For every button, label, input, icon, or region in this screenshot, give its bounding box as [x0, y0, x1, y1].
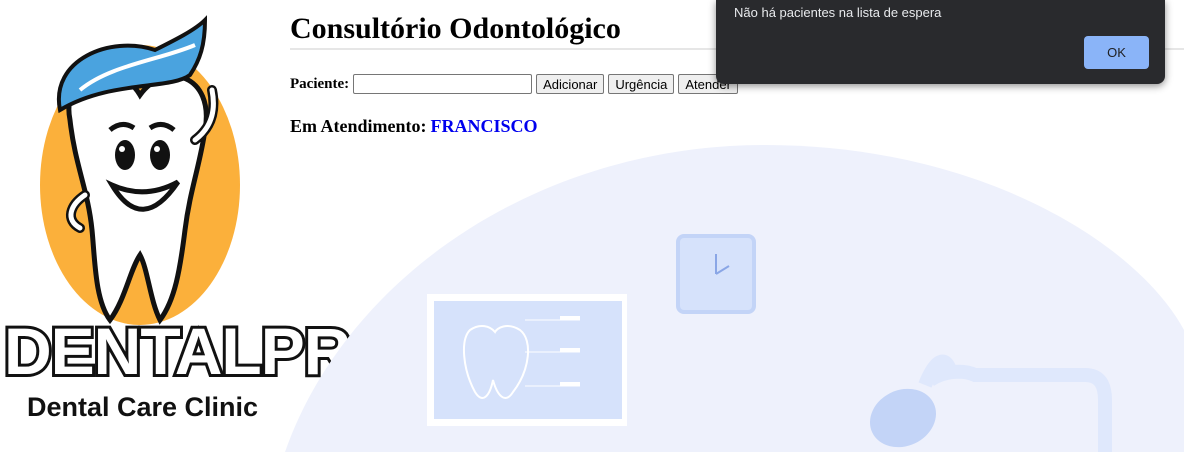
in-service-patient-name: FRANCISCO: [430, 116, 538, 136]
page-title: Consultório Odontológico: [290, 12, 621, 45]
patient-input[interactable]: [353, 74, 533, 94]
patient-label: Paciente:: [290, 75, 350, 92]
add-button[interactable]: Adicionar: [536, 74, 605, 94]
clinic-logo: DENTALPRO Dental Care Clinic: [0, 0, 405, 452]
brand-tagline: Dental Care Clinic: [26, 392, 259, 422]
alert-message: Não há pacientes na lista de espera: [734, 5, 942, 20]
in-service-status: Em Atendimento: FRANCISCO: [290, 116, 538, 137]
alert-dialog: Não há pacientes na lista de espera OK: [716, 0, 1165, 84]
urgent-button[interactable]: Urgência: [608, 74, 675, 94]
alert-ok-button[interactable]: OK: [1084, 36, 1149, 69]
in-service-label: Em Atendimento:: [290, 116, 427, 136]
brand-name: DENTALPRO: [1, 314, 405, 388]
patient-form: Paciente: Adicionar Urgência Atender: [290, 74, 738, 94]
dental-office-illustration: [285, 145, 1184, 452]
xray-board-icon: [427, 294, 627, 426]
clock-icon: [676, 234, 756, 314]
